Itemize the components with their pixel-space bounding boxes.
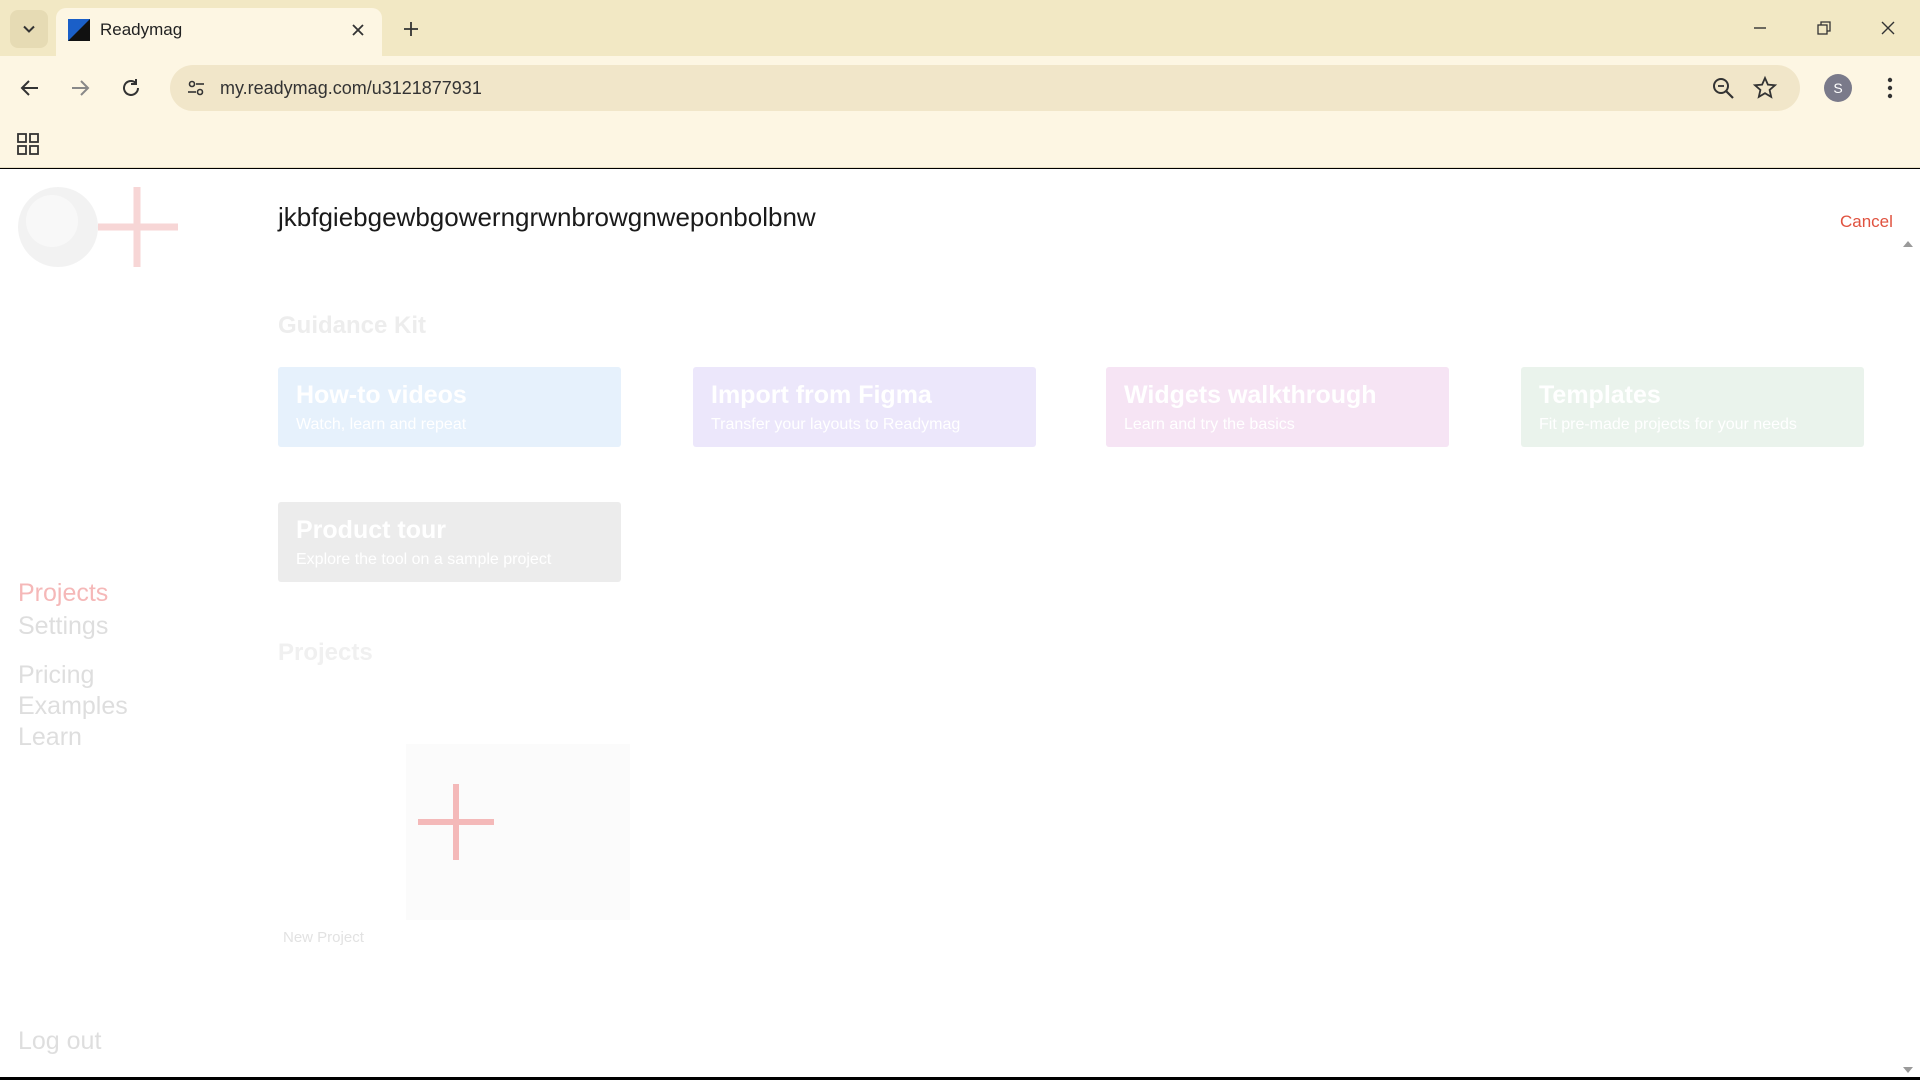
bookmarks-bar: [0, 120, 1920, 168]
browser-toolbar: my.readymag.com/u3121877931 S: [0, 56, 1920, 120]
plus-icon: [418, 784, 494, 860]
logout-link[interactable]: Log out: [18, 1027, 101, 1056]
chevron-down-icon: [23, 25, 35, 33]
sidebar-item-pricing[interactable]: Pricing: [18, 661, 94, 690]
guidance-card-widgets-walkthrough[interactable]: Widgets walkthrough Learn and try the ba…: [1106, 367, 1449, 447]
card-title: Widgets walkthrough: [1124, 381, 1377, 409]
address-bar[interactable]: my.readymag.com/u3121877931: [170, 65, 1800, 111]
close-icon: [1881, 21, 1895, 35]
sidebar-item-projects[interactable]: Projects: [18, 579, 108, 608]
guidance-card-product-tour[interactable]: Product tour Explore the tool on a sampl…: [278, 502, 621, 582]
project-title-input[interactable]: jkbfgiebgewbgowerngrwnbrowgnweponbolbnw: [278, 202, 816, 233]
card-title: How-to videos: [296, 381, 467, 409]
minimize-button[interactable]: [1738, 8, 1782, 48]
card-subtitle: Learn and try the basics: [1124, 416, 1295, 433]
sidebar-item-examples[interactable]: Examples: [18, 692, 128, 721]
arrow-left-icon: [20, 80, 38, 96]
readymag-favicon-icon: [68, 19, 90, 41]
browser-menu-button[interactable]: [1872, 70, 1908, 106]
site-info-button[interactable]: [180, 72, 212, 104]
tab-search-button[interactable]: [10, 10, 48, 48]
tab-title: Readymag: [100, 20, 183, 39]
tune-icon: [188, 80, 204, 96]
page-content: Projects Settings Pricing Examples Learn…: [0, 169, 1920, 1077]
reload-icon: [123, 79, 139, 96]
plus-icon: [404, 22, 418, 36]
new-tab-button[interactable]: [396, 14, 426, 44]
card-title: Templates: [1539, 381, 1661, 409]
card-title: Product tour: [296, 516, 446, 544]
profile-avatar[interactable]: S: [1824, 74, 1852, 102]
browser-tab[interactable]: Readymag: [56, 8, 382, 56]
more-vertical-icon: [1887, 77, 1893, 99]
readymag-logo[interactable]: [16, 185, 186, 269]
reload-button[interactable]: [111, 68, 151, 108]
sidebar-item-settings[interactable]: Settings: [18, 612, 108, 641]
apps-grid-icon[interactable]: [14, 130, 42, 158]
arrow-right-icon: [72, 80, 90, 96]
guidance-card-how-to-videos[interactable]: How-to videos Watch, learn and repeat: [278, 367, 621, 447]
restore-icon: [1817, 21, 1831, 35]
guidance-kit-heading: Guidance Kit: [278, 312, 427, 339]
card-subtitle: Transfer your layouts to Readymag: [711, 416, 961, 433]
back-button[interactable]: [10, 68, 50, 108]
close-window-button[interactable]: [1866, 8, 1910, 48]
tab-close-button[interactable]: [346, 18, 370, 42]
tab-strip: Readymag: [0, 0, 1920, 56]
sidebar-item-learn[interactable]: Learn: [18, 723, 82, 752]
url-text[interactable]: my.readymag.com/u3121877931: [220, 78, 482, 99]
projects-heading: Projects: [278, 639, 373, 666]
new-project-button[interactable]: [406, 744, 630, 920]
bookmark-star-icon[interactable]: [1752, 75, 1778, 101]
forward-button[interactable]: [60, 68, 100, 108]
card-subtitle: Fit pre-made projects for your needs: [1539, 416, 1797, 433]
zoom-icon[interactable]: [1710, 75, 1736, 101]
new-project-label: New Project: [283, 929, 364, 946]
card-subtitle: Explore the tool on a sample project: [296, 551, 552, 568]
restore-button[interactable]: [1802, 8, 1846, 48]
scrollbar[interactable]: [1898, 239, 1918, 1077]
minimize-icon: [1754, 27, 1766, 29]
card-subtitle: Watch, learn and repeat: [296, 416, 467, 433]
card-title: Import from Figma: [711, 381, 932, 409]
guidance-card-templates[interactable]: Templates Fit pre-made projects for your…: [1521, 367, 1864, 447]
close-icon: [352, 24, 364, 36]
cancel-button[interactable]: Cancel: [1840, 212, 1893, 232]
guidance-card-import-figma[interactable]: Import from Figma Transfer your layouts …: [693, 367, 1036, 447]
